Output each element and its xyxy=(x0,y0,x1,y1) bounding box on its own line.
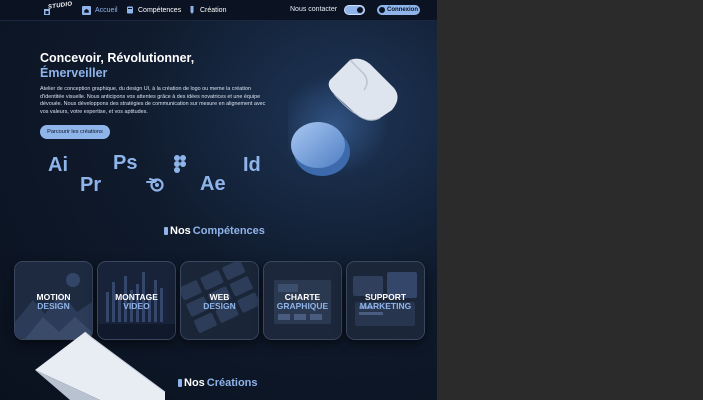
nav-creation[interactable]: Création xyxy=(188,4,226,16)
card-label: SUPPORT MARKETING xyxy=(347,293,424,311)
card-montage-video[interactable]: MONTAGE VIDEO xyxy=(97,261,176,340)
decorative-3d-shapes xyxy=(288,58,398,177)
card-label: WEB DESIGN xyxy=(181,293,258,311)
indesign-logo: Id xyxy=(243,154,261,176)
card-label: MOTION DESIGN xyxy=(15,293,92,311)
hero-title-line2: Émerveiller xyxy=(40,66,108,80)
card-label: CHARTE GRAPHIQUE xyxy=(264,293,341,311)
card-motion-design[interactable]: MOTION DESIGN xyxy=(14,261,93,340)
pen-icon xyxy=(190,6,194,14)
competences-heading: Nos Compétences xyxy=(164,225,265,237)
nav-accueil[interactable]: Accueil xyxy=(82,4,118,16)
after-effects-logo: Ae xyxy=(200,173,226,195)
figma-icon xyxy=(174,155,186,173)
blender-icon xyxy=(146,178,164,192)
home-icon xyxy=(82,5,91,15)
theme-toggle[interactable] xyxy=(344,5,365,15)
card-support-marketing[interactable]: SUPPORT MARKETING xyxy=(346,261,425,340)
toggle-knob xyxy=(357,7,363,13)
hero-description: Atelier de conception graphique, du desi… xyxy=(40,86,266,115)
nav-competences-label: Compétences xyxy=(138,6,182,14)
page: STUDIO Accueil Compétences Création Nous… xyxy=(0,0,437,400)
login-label: Connexion xyxy=(387,7,418,13)
nav-competences[interactable]: Compétences xyxy=(126,4,181,16)
empty-viewport-area xyxy=(437,0,703,400)
nav-creation-label: Création xyxy=(200,6,227,14)
login-button[interactable]: Connexion xyxy=(377,5,420,15)
top-navbar: STUDIO Accueil Compétences Création Nous… xyxy=(0,0,437,21)
section-icon xyxy=(178,379,182,387)
hero-title-line1: Concevoir, Révolutionner, xyxy=(40,51,195,65)
book-icon xyxy=(127,6,133,14)
illustrator-logo: Ai xyxy=(48,154,68,176)
premiere-logo: Pr xyxy=(80,174,102,196)
competences-heading-a: Nos xyxy=(170,225,191,237)
contact-link[interactable]: Nous contacter xyxy=(290,6,337,13)
decorative-3d-bar xyxy=(35,331,166,400)
card-subtitle: GRAPHIQUE xyxy=(276,301,329,311)
card-subtitle: DESIGN xyxy=(203,301,236,311)
user-icon xyxy=(379,7,385,13)
photoshop-logo: Ps xyxy=(113,152,138,174)
section-icon xyxy=(164,227,168,235)
creations-heading: Nos Créations xyxy=(178,377,258,389)
card-charte-graphique[interactable]: CHARTE GRAPHIQUE xyxy=(263,261,342,340)
nav-accueil-label: Accueil xyxy=(95,6,118,14)
competences-heading-b: Compétences xyxy=(192,225,265,237)
card-subtitle: MARKETING xyxy=(359,301,412,311)
card-web-design[interactable]: WEB DESIGN xyxy=(180,261,259,340)
browse-creations-button[interactable]: Parcourir les créations xyxy=(40,125,110,139)
creations-heading-a: Nos xyxy=(184,377,205,389)
creations-heading-b: Créations xyxy=(206,377,258,389)
hero-title: Concevoir, Révolutionner, Émerveiller xyxy=(40,51,194,81)
card-subtitle: DESIGN xyxy=(37,301,70,311)
card-label: MONTAGE VIDEO xyxy=(98,293,175,311)
card-subtitle: VIDEO xyxy=(123,301,150,311)
